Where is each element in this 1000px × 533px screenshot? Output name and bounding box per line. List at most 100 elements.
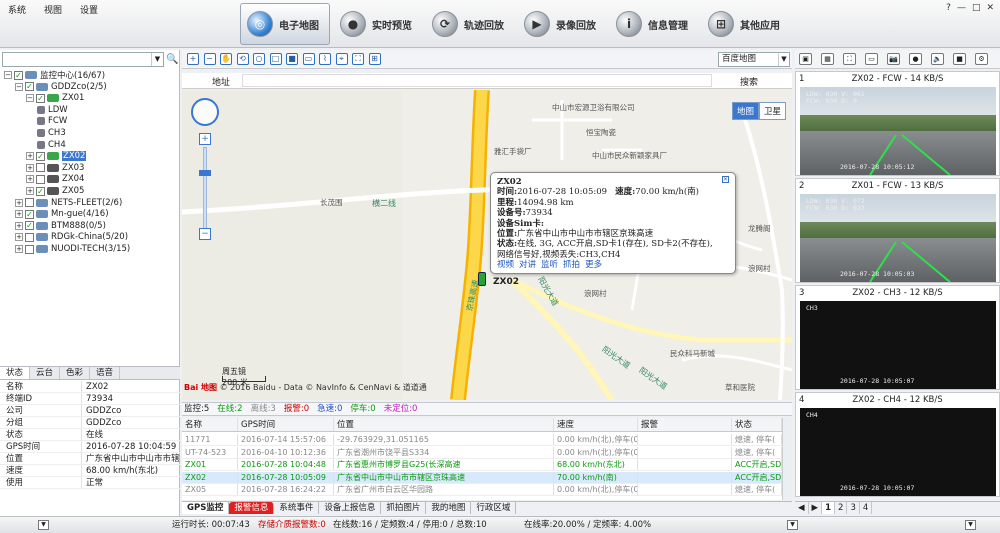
maximize-icon[interactable]: □ bbox=[972, 3, 981, 13]
table-scrollbar[interactable] bbox=[782, 418, 792, 500]
tree-node[interactable]: − ✓ ZX01 bbox=[26, 92, 84, 104]
video-panel[interactable]: ZX02 - CH3 - 12 KB/S 3 CH3 2016-07-28 10:05… bbox=[795, 285, 1000, 390]
zoom-out-button[interactable]: − bbox=[199, 228, 211, 240]
bottom-tab[interactable]: 我的地图 bbox=[426, 502, 472, 514]
collapse-icon[interactable]: − bbox=[26, 94, 34, 103]
expand-icon[interactable]: + bbox=[26, 175, 34, 184]
fill-rect-icon[interactable]: ■ bbox=[286, 53, 298, 65]
rect-select-icon[interactable]: □ bbox=[269, 53, 282, 65]
close-icon[interactable]: ✕ bbox=[722, 176, 729, 183]
menu-item[interactable]: 系统 bbox=[8, 3, 26, 16]
pan-control[interactable] bbox=[191, 98, 219, 126]
expand-icon[interactable]: + bbox=[15, 245, 23, 253]
popup-link[interactable]: 更多 bbox=[585, 260, 602, 270]
address-search-button[interactable]: 搜索 bbox=[740, 75, 758, 88]
tree-node[interactable]: + NETS-FLEET(2/6) bbox=[15, 197, 122, 209]
tree-checkbox[interactable]: ✓ bbox=[25, 82, 34, 92]
left-tab[interactable]: 云台 bbox=[30, 367, 61, 379]
table-row[interactable]: ZX01 2016-07-28 10:04:48 广东省惠州市博罗县G25(长深高速… bbox=[182, 459, 782, 472]
left-tab[interactable]: 语音 bbox=[90, 367, 121, 379]
nav-film-button[interactable]: ▶ 录像回放 bbox=[518, 3, 606, 45]
bottom-tab[interactable]: 抓拍图片 bbox=[381, 502, 427, 514]
menu-item[interactable]: 视图 bbox=[44, 3, 62, 16]
tree-checkbox[interactable]: ✓ bbox=[36, 186, 45, 196]
zoom-slider-handle[interactable] bbox=[199, 170, 211, 176]
nav-info-button[interactable]: i 信息管理 bbox=[610, 3, 698, 45]
tree-node[interactable]: + ZX04 bbox=[26, 173, 84, 185]
bottom-tab[interactable]: 报警信息 bbox=[229, 502, 275, 514]
volume-icon[interactable]: 🔈 bbox=[931, 53, 944, 65]
tree-checkbox[interactable]: ✓ bbox=[14, 70, 23, 80]
nav-track-button[interactable]: ⟳ 轨迹回放 bbox=[426, 3, 514, 45]
pan-icon[interactable]: ✋ bbox=[220, 53, 232, 65]
left-tab[interactable]: 色彩 bbox=[60, 367, 91, 379]
tree-checkbox[interactable] bbox=[25, 232, 34, 242]
locate-icon[interactable]: ⌖ bbox=[335, 53, 348, 65]
expand-icon[interactable]: + bbox=[26, 163, 34, 172]
tree-node[interactable]: + ZX03 bbox=[26, 162, 84, 174]
popup-link[interactable]: 监听 bbox=[541, 260, 558, 270]
tree-checkbox[interactable]: ✓ bbox=[36, 151, 45, 161]
vehicle-marker-icon[interactable] bbox=[478, 272, 486, 286]
tree-node[interactable]: + NUODI-TECH(3/15) bbox=[15, 243, 130, 255]
zoom-in-button[interactable]: + bbox=[199, 133, 211, 145]
map-view[interactable]: 中山市宏源卫浴有限公司 恒宝陶瓷 雅汇手袋厂 中山市民众新颖家具厂 长茂围 横二线 龙腾阁浪… bbox=[182, 90, 792, 400]
window-icon[interactable]: ▭ bbox=[865, 53, 878, 65]
collapse-icon[interactable]: − bbox=[15, 82, 23, 91]
popup-link[interactable]: 对讲 bbox=[519, 260, 536, 270]
collapse-icon[interactable]: − bbox=[4, 71, 12, 79]
map-provider-select[interactable]: 百度地图 ▼ bbox=[718, 52, 790, 67]
table-row[interactable]: ZX02 2016-07-28 10:05:09 广东省中山市中山市市辖区京珠高速 7… bbox=[182, 471, 782, 484]
expand-icon[interactable]: + bbox=[26, 187, 34, 195]
tree-node[interactable]: CH3 bbox=[37, 127, 66, 139]
address-input[interactable] bbox=[242, 74, 712, 87]
video-screen[interactable]: CH4 2016-07-28 10:05:07 bbox=[800, 408, 996, 496]
video-screen[interactable]: LDW: 030 V: 061 FCW: 030 D: 0 2016-07-28 1… bbox=[800, 87, 996, 175]
bottom-tab[interactable]: GPS监控 bbox=[182, 502, 230, 514]
tree-checkbox[interactable]: ✓ bbox=[36, 93, 45, 103]
popup-link[interactable]: 抓拍 bbox=[563, 260, 580, 270]
tree-node[interactable]: LDW bbox=[37, 104, 68, 116]
video-screen[interactable]: CH3 2016-07-28 10:05:07 bbox=[800, 301, 996, 389]
next-page-icon[interactable]: ▶ bbox=[809, 502, 823, 514]
circle-select-icon[interactable]: ○ bbox=[253, 53, 265, 65]
tree-checkbox[interactable] bbox=[25, 198, 34, 208]
zoom-in-icon[interactable]: + bbox=[187, 53, 199, 65]
tree-node[interactable]: + RDGk-China(5/20) bbox=[15, 231, 128, 243]
tree-node[interactable]: CH4 bbox=[37, 139, 66, 151]
layout-1-icon[interactable]: ▣ bbox=[799, 53, 812, 65]
nav-camera-button[interactable]: ● 实时预览 bbox=[334, 3, 422, 45]
map-type-normal[interactable]: 地图 bbox=[731, 102, 759, 120]
left-tab[interactable]: 状态 bbox=[0, 367, 31, 379]
collapse-left-icon[interactable]: ▼ bbox=[38, 520, 49, 530]
tree-checkbox[interactable] bbox=[25, 244, 34, 254]
tree-node[interactable]: + ✓ ZX05 bbox=[26, 185, 84, 197]
tree-checkbox[interactable] bbox=[36, 174, 45, 184]
map-type-satellite[interactable]: 卫星 bbox=[758, 102, 786, 120]
table-row[interactable]: UT-74-523 2016-04-10 10:12:36 广东省潮州市饶平县S33… bbox=[182, 446, 782, 459]
record-icon[interactable]: ● bbox=[909, 53, 922, 65]
rotate-icon[interactable]: ⟲ bbox=[236, 53, 249, 65]
expand-icon[interactable]: + bbox=[26, 152, 34, 161]
menu-item[interactable]: 设置 bbox=[80, 3, 98, 16]
collapse-bottom-icon[interactable]: ▼ bbox=[787, 520, 798, 530]
tree-node[interactable]: FCW bbox=[37, 115, 67, 127]
prev-page-icon[interactable]: ◀ bbox=[795, 502, 809, 514]
layout-4-icon[interactable]: ▦ bbox=[821, 53, 834, 65]
nav-apps-button[interactable]: ⊞ 其他应用 bbox=[702, 3, 790, 45]
expand-icon[interactable]: + bbox=[15, 198, 23, 207]
tree-checkbox[interactable]: ✓ bbox=[25, 221, 34, 231]
expand-icon[interactable]: + bbox=[15, 221, 23, 230]
video-page-tab[interactable]: 4 bbox=[860, 502, 873, 514]
zoom-slider[interactable] bbox=[203, 147, 207, 229]
tree-node[interactable]: − ✓ GDDZco(2/5) bbox=[15, 81, 107, 93]
video-screen[interactable]: LDW: 030 V: 072 FCW: 030 D: 022 2016-07-28… bbox=[800, 194, 996, 282]
close-icon[interactable]: ✕ bbox=[986, 3, 994, 13]
video-page-tab[interactable]: 1 bbox=[822, 502, 836, 514]
video-panel[interactable]: ZX01 - FCW - 13 KB/S 2 LDW: 030 V: 072 FCW:… bbox=[795, 178, 1000, 283]
stop-icon[interactable]: ■ bbox=[953, 53, 966, 65]
search-icon[interactable]: 🔍 bbox=[166, 52, 179, 67]
tree-checkbox[interactable]: ✓ bbox=[25, 209, 34, 219]
collapse-right-icon[interactable]: ▼ bbox=[965, 520, 976, 530]
settings-icon[interactable]: ⚙ bbox=[975, 53, 988, 65]
